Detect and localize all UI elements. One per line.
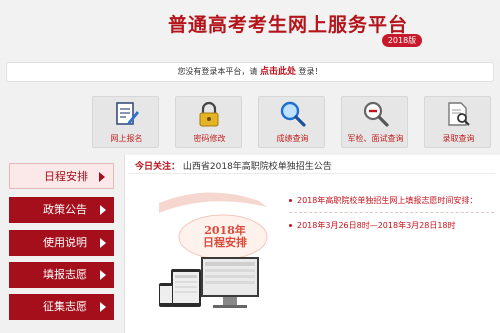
divider <box>129 173 495 174</box>
lock-icon <box>195 100 223 128</box>
form-pen-icon <box>112 100 140 128</box>
quick-nav-label: 军检、面试查询 <box>347 134 404 143</box>
sidebar-item-fill-preferences[interactable]: 填报志愿 <box>9 262 114 288</box>
zoom-out-icon <box>361 100 389 128</box>
quick-nav-label: 录取查询 <box>442 134 475 143</box>
schedule-item[interactable]: 2018年3月26日8时—2018年3月28日18时 <box>289 220 456 231</box>
sidebar-item-label: 征集志愿 <box>43 300 87 313</box>
quick-nav-label: 成绩查询 <box>276 134 309 143</box>
sidebar-item-supplementary-preferences[interactable]: 征集志愿 <box>9 294 114 320</box>
illustration-title: 2018年 日程安排 <box>195 225 255 249</box>
sidebar-item-schedule[interactable]: 日程安排 <box>9 163 114 189</box>
quick-nav: 网上报名 密码修改 成绩查询 军检、面试查询 录取查询 <box>92 96 492 148</box>
login-prompt-suffix: 登录！ <box>298 67 323 76</box>
quick-nav-label: 密码修改 <box>193 134 226 143</box>
schedule-illustration: 2018年 日程安排 <box>139 185 281 325</box>
sidebar-item-label: 政策公告 <box>43 203 87 216</box>
quick-nav-label: 网上报名 <box>110 134 143 143</box>
schedule-item[interactable]: 2018年高职院校单独招生网上填报志愿时间安排： <box>289 195 477 206</box>
sidebar-item-policy-notice[interactable]: 政策公告 <box>9 197 114 223</box>
score-query-button[interactable]: 成绩查询 <box>258 96 325 148</box>
chevron-right-icon <box>100 270 106 280</box>
schedule-item-text: 2018年高职院校单独招生网上填报志愿时间安排： <box>297 196 478 205</box>
chevron-right-icon <box>100 302 106 312</box>
schedule-item-text: 2018年3月26日8时—2018年3月28日18时 <box>297 221 456 230</box>
chevron-right-icon <box>100 205 106 215</box>
sidebar-item-label: 使用说明 <box>43 236 87 249</box>
login-prompt-text: 您没有登录本平台，请 <box>177 67 258 76</box>
illustration-heading: 日程安排 <box>203 236 247 249</box>
login-prompt-bar: 您没有登录本平台，请 点击此处 登录！ <box>6 62 494 82</box>
admission-query-button[interactable]: 录取查询 <box>424 96 491 148</box>
todays-focus: 今日关注： 山西省2018年高职院校单独招生公告 <box>135 159 332 172</box>
chevron-right-icon <box>99 172 105 182</box>
sidebar-item-label: 填报志愿 <box>43 268 87 281</box>
password-change-button[interactable]: 密码修改 <box>175 96 242 148</box>
login-link[interactable]: 点击此处 <box>260 67 296 77</box>
notice-label: 今日关注： <box>135 162 181 172</box>
online-registration-button[interactable]: 网上报名 <box>92 96 159 148</box>
version-badge: 2018版 <box>382 34 422 47</box>
calendar-devices-illustration <box>159 192 268 308</box>
chevron-right-icon <box>100 238 106 248</box>
main-content: 今日关注： 山西省2018年高职院校单独招生公告 2018年 日程安排 2018… <box>124 155 500 333</box>
document-search-icon <box>444 100 472 128</box>
military-interview-query-button[interactable]: 军检、面试查询 <box>341 96 408 148</box>
dashed-divider <box>289 212 494 213</box>
site-title: 普通高考考生网上服务平台 <box>168 14 409 36</box>
bullet-icon <box>289 224 292 227</box>
header: 普通高考考生网上服务平台 2018版 <box>0 0 500 58</box>
notice-link[interactable]: 山西省2018年高职院校单独招生公告 <box>183 162 332 172</box>
sidebar-item-label: 日程安排 <box>44 170 88 183</box>
magnifier-icon <box>278 100 306 128</box>
sidebar-item-user-guide[interactable]: 使用说明 <box>9 230 114 256</box>
bullet-icon <box>289 199 292 202</box>
